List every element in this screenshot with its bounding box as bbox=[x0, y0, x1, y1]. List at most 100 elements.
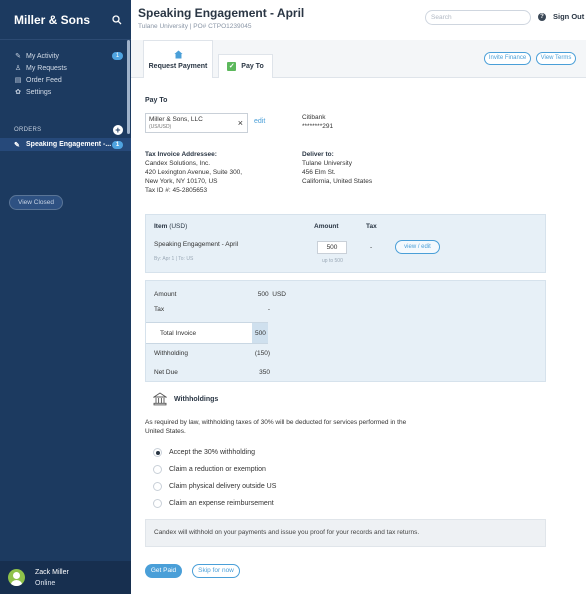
user-status: Online bbox=[35, 579, 56, 587]
avatar bbox=[8, 569, 25, 586]
item-name: Speaking Engagement - April bbox=[154, 241, 239, 248]
option-label: Claim physical delivery outside US bbox=[169, 483, 277, 490]
addressee-block: Tax Invoice Addressee: Candex Solutions,… bbox=[145, 150, 242, 195]
view-closed-button[interactable]: View Closed bbox=[9, 195, 63, 210]
page-header: Speaking Engagement - April Tulane Unive… bbox=[131, 0, 586, 40]
orders-heading-label: ORDERS bbox=[14, 127, 42, 133]
amount-header: Amount bbox=[314, 223, 339, 230]
sidebar-item-settings[interactable]: ✿ Settings bbox=[0, 86, 131, 98]
deliver-block: Deliver to: Tulane University 456 Elm St… bbox=[302, 150, 372, 186]
sign-out-link[interactable]: Sign Out bbox=[553, 12, 584, 21]
bank-building-icon bbox=[153, 392, 167, 406]
item-tax: - bbox=[370, 244, 373, 251]
sidebar-item-label: Settings bbox=[26, 88, 52, 96]
summary-withholding-row: Withholding (150) bbox=[154, 350, 270, 357]
total-invoice-band: Total Invoice 500 bbox=[146, 322, 268, 344]
sidebar-order-speaking-engagement[interactable]: ✎ Speaking Engagement -... 1 bbox=[0, 138, 131, 151]
main-content: Pay To Miller & Sons, LLC (US/USD) × edi… bbox=[131, 78, 586, 594]
skip-button[interactable]: Skip for now bbox=[192, 564, 240, 578]
sidebar-item-label: My Activity bbox=[26, 52, 60, 60]
addressee-line: Tax ID #: 45-2805653 bbox=[145, 187, 208, 194]
person-icon: ♙ bbox=[14, 65, 22, 72]
search-icon[interactable] bbox=[112, 14, 122, 25]
summary-card: Amount 500 USD Tax - Total Invoice 500 W… bbox=[145, 280, 546, 382]
amount-currency: USD bbox=[272, 291, 286, 298]
summary-net-label: Net Due bbox=[154, 369, 178, 376]
user-panel[interactable]: Zack Miller Online bbox=[0, 561, 131, 594]
deliver-line: Tulane University bbox=[302, 160, 352, 167]
sidebar-item-my-activity[interactable]: ✎ My Activity 1 bbox=[0, 50, 131, 62]
page-title: Speaking Engagement - April bbox=[138, 6, 305, 20]
gear-icon: ✿ bbox=[15, 89, 21, 96]
summary-total-label: Total Invoice bbox=[160, 330, 197, 337]
option-claim-physical-delivery[interactable]: Claim physical delivery outside US bbox=[153, 482, 276, 491]
item-header-currency: (USD) bbox=[169, 223, 188, 230]
summary-amount-row: Amount 500 USD bbox=[154, 291, 286, 298]
addressee-line: Candex Solutions, Inc. bbox=[145, 160, 211, 167]
item-card: Item (USD) Amount Tax Speaking Engagemen… bbox=[145, 214, 546, 273]
radio-unselected[interactable] bbox=[153, 482, 162, 491]
option-claim-reduction[interactable]: Claim a reduction or exemption bbox=[153, 465, 266, 474]
item-header: Item (USD) bbox=[154, 222, 187, 231]
summary-withholding-label: Withholding bbox=[154, 350, 188, 357]
get-paid-button[interactable]: Get Paid bbox=[145, 564, 182, 578]
vendor-select[interactable]: Miller & Sons, LLC (US/USD) × bbox=[145, 113, 248, 133]
brand-name: Miller & Sons bbox=[14, 12, 91, 27]
vendor-currency: (US/USD) bbox=[149, 124, 172, 130]
withholdings-description: As required by law, withholding taxes of… bbox=[145, 418, 406, 436]
document-icon: ▤ bbox=[14, 77, 22, 84]
tab-label: Pay To bbox=[241, 63, 264, 70]
search-input[interactable]: Search bbox=[425, 10, 531, 25]
bank-account: ********291 bbox=[302, 123, 334, 130]
order-badge: 1 bbox=[112, 140, 123, 149]
addressee-line: 420 Lexington Avenue, Suite 300, bbox=[145, 169, 243, 176]
activity-badge: 1 bbox=[112, 52, 123, 60]
home-icon bbox=[173, 49, 183, 59]
brand-bar: Miller & Sons bbox=[0, 0, 131, 40]
page-subtitle: Tulane University | PO# CTPO1239045 bbox=[138, 23, 252, 30]
deliver-line: California, United States bbox=[302, 178, 373, 185]
radio-unselected[interactable] bbox=[153, 465, 162, 474]
sidebar-scrollbar[interactable] bbox=[127, 40, 130, 134]
pay-to-label: Pay To bbox=[145, 97, 168, 104]
deliver-line: 456 Elm St. bbox=[302, 169, 336, 176]
summary-amount-label: Amount bbox=[154, 291, 177, 298]
add-order-button[interactable]: + bbox=[113, 125, 123, 135]
tab-request-payment[interactable]: Request Payment bbox=[143, 40, 213, 78]
amount-limit: up to 500 bbox=[322, 258, 343, 264]
option-accept-withholding[interactable]: Accept the 30% withholding bbox=[153, 448, 255, 457]
summary-net-value: 350 bbox=[259, 369, 270, 376]
sidebar-item-order-feed[interactable]: ▤ Order Feed bbox=[0, 74, 131, 86]
order-icon: ✎ bbox=[14, 141, 20, 149]
summary-tax-value: - bbox=[267, 306, 270, 313]
sidebar: Miller & Sons ✎ My Activity 1 ♙ My Reque… bbox=[0, 0, 131, 594]
option-expense-reimbursement[interactable]: Claim an expense reimbursement bbox=[153, 499, 274, 508]
order-label: Speaking Engagement -... bbox=[26, 141, 112, 148]
sidebar-nav: ✎ My Activity 1 ♙ My Requests ▤ Order Fe… bbox=[0, 40, 131, 98]
tab-label: Request Payment bbox=[148, 62, 208, 70]
invite-finance-button[interactable]: Invite Finance bbox=[484, 52, 531, 65]
radio-selected[interactable] bbox=[153, 448, 162, 457]
summary-total-value: 500 bbox=[255, 330, 266, 337]
withholding-notice: Candex will withhold on your payments an… bbox=[145, 519, 546, 547]
view-terms-button[interactable]: View Terms bbox=[536, 52, 576, 65]
clear-icon[interactable]: × bbox=[238, 118, 243, 128]
item-by-line: By: Apr 1 | To: US bbox=[154, 256, 194, 262]
sidebar-item-label: Order Feed bbox=[26, 76, 62, 84]
addressee-line: New York, NY 10170, US bbox=[145, 178, 218, 185]
tax-header: Tax bbox=[366, 223, 377, 230]
edit-vendor-link[interactable]: edit bbox=[254, 118, 265, 125]
vendor-name: Miller & Sons, LLC bbox=[149, 116, 203, 123]
deliver-label: Deliver to: bbox=[302, 151, 334, 158]
description-line: As required by law, withholding taxes of… bbox=[145, 419, 407, 426]
amount-input[interactable]: 500 bbox=[317, 241, 347, 254]
tab-pay-to[interactable]: ✓ Pay To bbox=[218, 54, 273, 78]
user-name: Zack Miller bbox=[35, 568, 69, 576]
description-line: United States. bbox=[145, 428, 186, 435]
orders-heading: ORDERS + bbox=[0, 124, 131, 136]
amount-value: 500 bbox=[257, 291, 269, 298]
radio-unselected[interactable] bbox=[153, 499, 162, 508]
view-edit-button[interactable]: view / edit bbox=[395, 240, 440, 254]
help-icon[interactable]: ? bbox=[538, 13, 546, 21]
sidebar-item-my-requests[interactable]: ♙ My Requests bbox=[0, 62, 131, 74]
